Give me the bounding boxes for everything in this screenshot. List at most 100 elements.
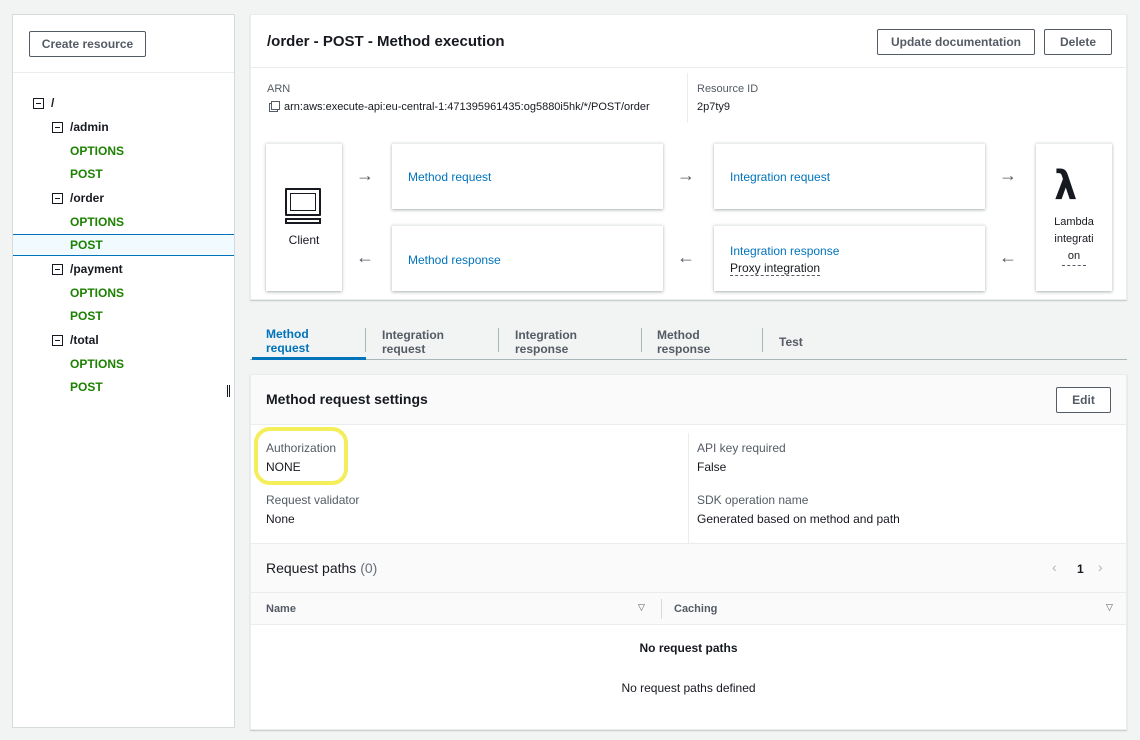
page-title: /order - POST - Method execution [267,33,505,50]
lambda-integration-card[interactable]: λ Lambda integrati on [1036,143,1112,291]
method-label: OPTIONS [70,144,125,158]
proxy-integration-text: Proxy integration [730,261,821,276]
next-page-icon[interactable]: › [1098,559,1103,575]
arn-value: arn:aws:execute-api:eu-central-1:4713959… [269,101,650,113]
tree-item-label: /payment [70,262,123,276]
tree-item-label: / [51,96,55,110]
tree-item-order[interactable]: /order [13,187,234,209]
authorization-label: Authorization [266,441,337,455]
sidebar-divider [13,72,234,73]
collapse-icon[interactable] [52,334,63,346]
method-label: OPTIONS [70,286,125,300]
edit-button[interactable]: Edit [1056,387,1111,413]
sort-icon[interactable]: ▽ [638,602,645,613]
tree-item-order-options[interactable]: OPTIONS [13,211,234,233]
empty-state-title: No request paths [639,641,738,655]
integration-request-link[interactable]: Integration request [730,170,830,184]
tree-item-admin-options[interactable]: OPTIONS [13,140,234,162]
tab-test[interactable]: Test [763,324,823,360]
arrow-right-icon: → [677,165,695,185]
sort-icon[interactable]: ▽ [1106,602,1113,613]
tree-item-label: /admin [70,120,109,134]
tab-integration-request[interactable]: Integration request [366,324,498,360]
method-label: POST [70,309,103,323]
column-name[interactable]: Name [266,603,296,615]
authorization-value: NONE [266,460,301,474]
request-paths-table-header: Name ▽ Caching ▽ [251,593,1126,625]
arrow-left-icon: ← [356,247,374,267]
resize-handle-icon[interactable] [227,385,230,397]
method-label: OPTIONS [70,215,125,229]
copy-icon[interactable] [269,101,280,112]
method-label: POST [70,167,103,181]
column-caching[interactable]: Caching [674,603,717,615]
tree-item-admin[interactable]: /admin [13,116,234,138]
tree-item-total[interactable]: /total [13,329,234,351]
tab-integration-response[interactable]: Integration response [499,324,641,360]
method-response-card[interactable]: Method response [392,225,663,291]
request-paths-count: (0) [360,560,378,576]
arn-text: arn:aws:execute-api:eu-central-1:4713959… [284,101,650,113]
client-card: Client [266,143,342,291]
arrow-right-icon: → [999,165,1017,185]
tree-item-total-options[interactable]: OPTIONS [13,353,234,375]
method-request-link[interactable]: Method request [408,170,491,184]
tree-item-payment-post[interactable]: POST [13,305,234,327]
request-paths-header: Request paths (0) ‹ 1 › [251,543,1126,593]
tree-item-label: /order [70,191,105,205]
method-execution-panel: /order - POST - Method execution Update … [250,14,1127,300]
create-resource-button[interactable]: Create resource [29,31,146,57]
tree-item-admin-post[interactable]: POST [13,163,234,185]
arrow-left-icon: ← [999,247,1017,267]
method-label: POST [70,380,103,394]
request-validator-label: Request validator [266,493,360,507]
resource-id-value: 2p7ty9 [697,101,731,113]
request-validator-value: None [266,512,295,526]
settings-divider [688,433,689,543]
column-separator [661,599,662,619]
api-key-label: API key required [697,441,786,455]
integration-response-card[interactable]: Integration response Proxy integration [714,225,985,291]
arrow-right-icon: → [356,165,374,185]
update-documentation-button[interactable]: Update documentation [877,29,1035,55]
tab-method-request[interactable]: Method request [252,324,366,360]
method-request-card[interactable]: Method request [392,143,663,209]
method-label: POST [70,238,103,252]
lambda-icon: λ [1054,163,1078,209]
tree-item-payment-options[interactable]: OPTIONS [13,282,234,304]
tree-item-label: /total [70,333,99,347]
method-response-link[interactable]: Method response [408,253,501,267]
integration-request-card[interactable]: Integration request [714,143,985,209]
monitor-icon [285,188,321,224]
collapse-icon[interactable] [52,263,63,275]
tree-item-order-post[interactable]: POST [13,234,234,256]
tree-item-payment[interactable]: /payment [13,258,234,280]
integration-response-link[interactable]: Integration response [730,244,839,258]
api-key-value: False [697,460,727,474]
collapse-icon[interactable] [52,192,63,204]
resource-id-label: Resource ID [697,83,759,95]
collapse-icon[interactable] [33,97,44,109]
arn-label: ARN [267,83,291,95]
tree-item-root[interactable]: / [13,92,234,114]
details-divider [687,73,688,123]
client-label: Client [288,233,320,247]
lambda-label: Lambda integrati on [1036,214,1112,266]
sdk-operation-label: SDK operation name [697,493,809,507]
previous-page-icon[interactable]: ‹ [1052,559,1057,575]
method-label: OPTIONS [70,357,125,371]
settings-header: Method request settings Edit [251,375,1126,425]
tree-item-total-post[interactable]: POST [13,376,234,398]
request-paths-title: Request paths (0) [266,560,378,576]
collapse-icon[interactable] [52,121,63,133]
tab-method-response[interactable]: Method response [642,324,762,360]
authorization-highlight [254,427,348,485]
delete-button[interactable]: Delete [1044,29,1112,55]
settings-title: Method request settings [266,391,428,407]
arrow-left-icon: ← [677,247,695,267]
empty-state-text: No request paths defined [621,681,756,695]
method-request-settings-panel: Method request settings Edit Authorizati… [250,374,1127,730]
header-divider [251,67,1126,68]
resources-sidebar: Create resource / /admin OPTIONS POST /o… [12,14,235,728]
page-number[interactable]: 1 [1077,562,1084,576]
